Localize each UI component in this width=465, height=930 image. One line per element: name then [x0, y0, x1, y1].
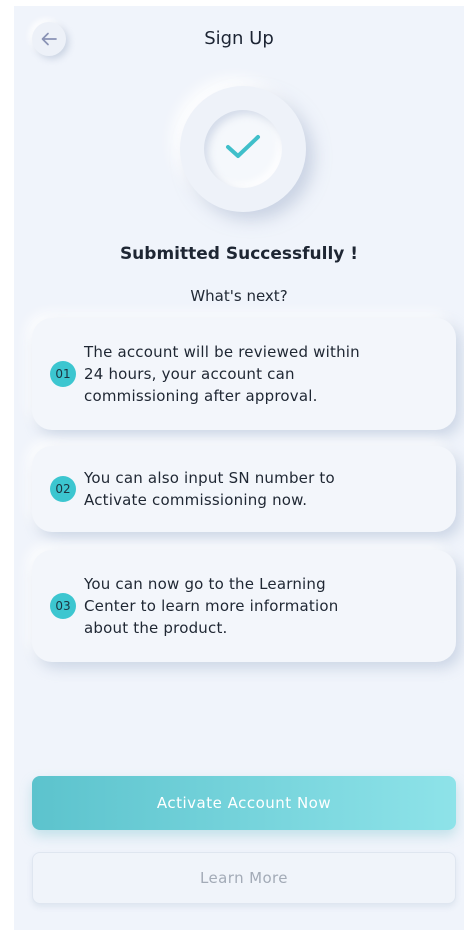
step-text: The account will be reviewed within 24 h… [84, 341, 360, 407]
step-text-line: Activate commissioning now. [84, 491, 308, 509]
step-text-line: about the product. [84, 619, 228, 637]
page-title: Sign Up [204, 28, 274, 49]
step-text-line: You can also input SN number to [84, 469, 335, 487]
step-text-line: The account will be reviewed within [84, 343, 360, 361]
status-title: Submitted Successfully ! [119, 244, 359, 264]
learn-more-button[interactable]: Learn More [32, 852, 456, 904]
step-text: You can now go to the Learning Center to… [84, 573, 338, 639]
success-badge-inner [204, 110, 282, 188]
step-number-badge: 02 [50, 476, 76, 502]
step-text-line: You can now go to the Learning [84, 575, 326, 593]
step-text-line: Center to learn more information [84, 597, 339, 615]
step-number-badge: 01 [50, 361, 76, 387]
activate-account-button[interactable]: Activate Account Now [32, 776, 456, 830]
sign-up-screen: Sign Up Submitted Successfully ! What's … [14, 6, 464, 930]
whats-next-label: What's next? [190, 287, 288, 305]
step-card-3: 03 You can now go to the Learning Center… [32, 550, 456, 662]
step-text-line: 24 hours, your account can [84, 365, 295, 383]
step-text: You can also input SN number to Activate… [84, 467, 335, 511]
step-text-line: commissioning after approval. [84, 387, 318, 405]
checkmark-icon [223, 132, 263, 166]
success-badge [180, 86, 306, 212]
step-card-2: 02 You can also input SN number to Activ… [32, 446, 456, 532]
header: Sign Up [14, 6, 464, 72]
step-card-1: 01 The account will be reviewed within 2… [32, 318, 456, 430]
step-number-badge: 03 [50, 593, 76, 619]
